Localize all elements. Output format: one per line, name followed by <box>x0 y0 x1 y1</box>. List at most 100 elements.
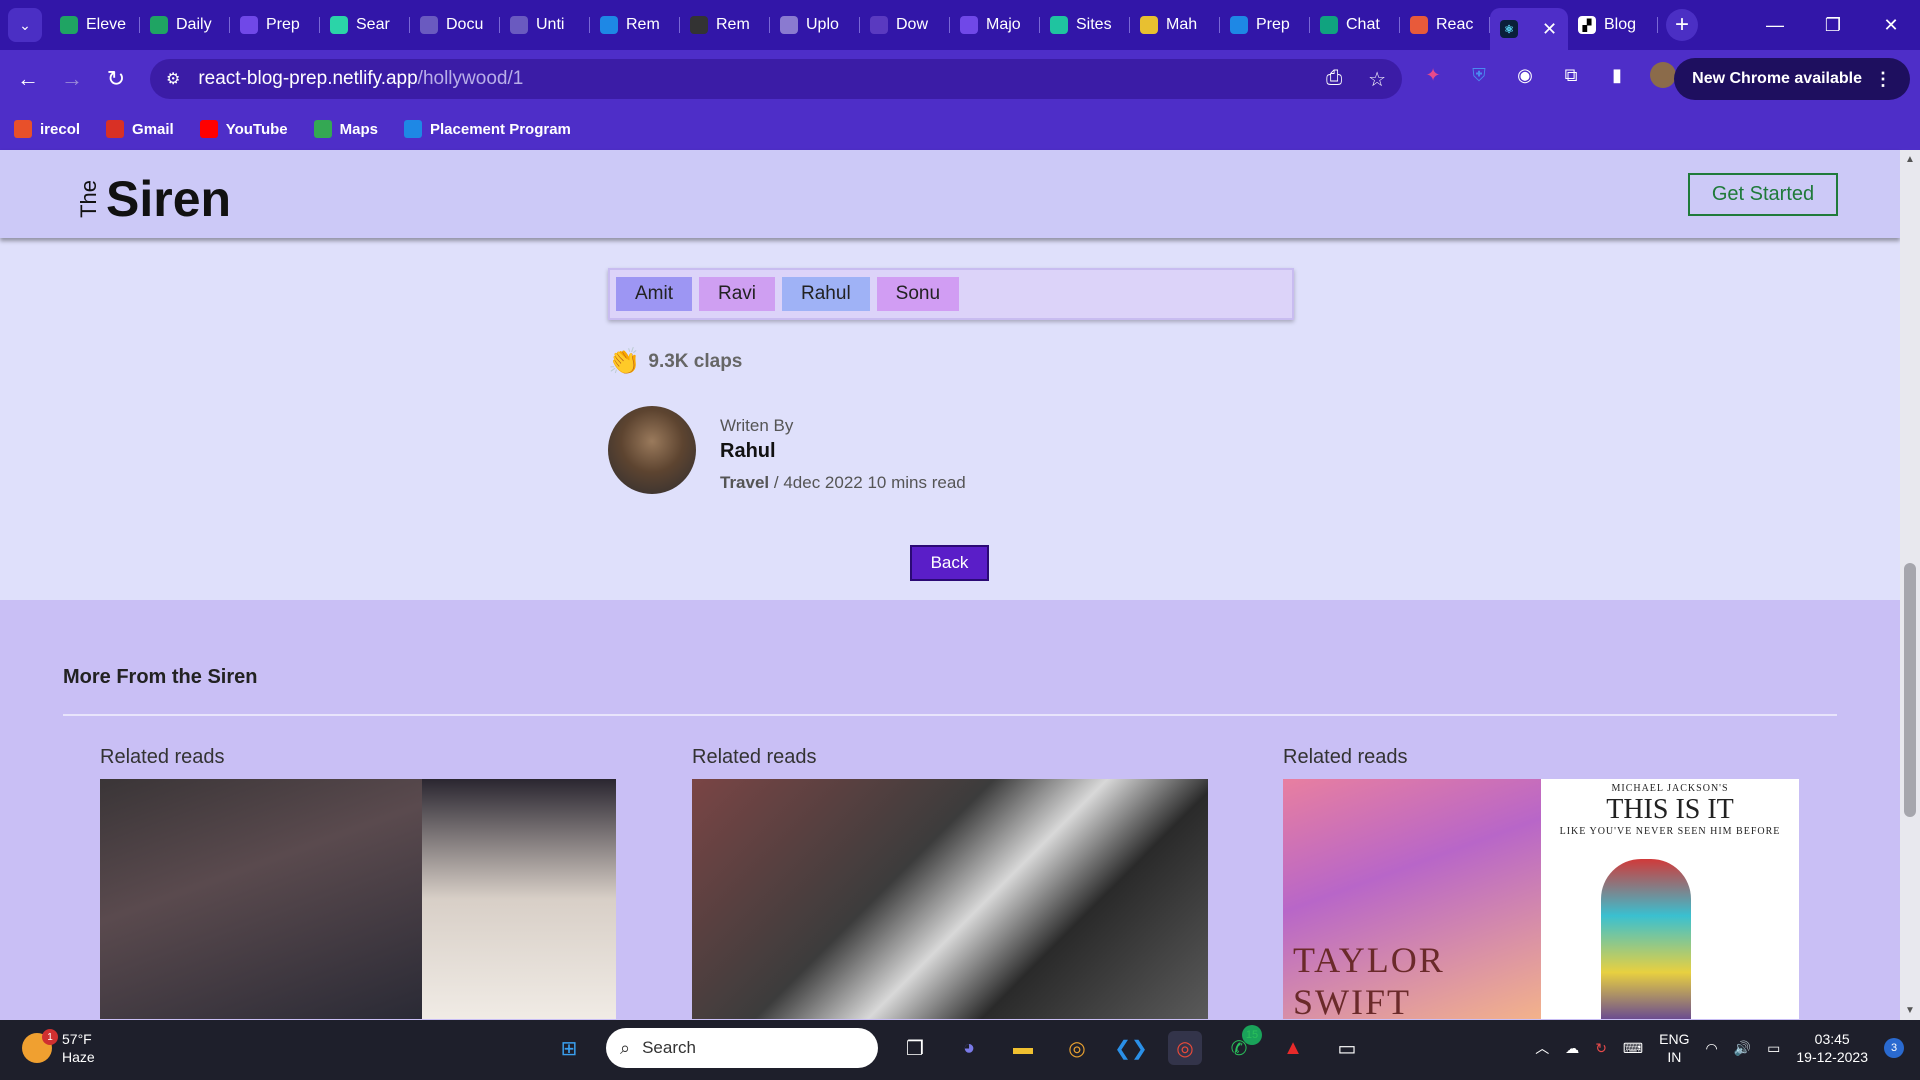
bookmark-star-icon[interactable]: ☆ <box>1368 67 1386 92</box>
browser-tab[interactable]: Rem <box>680 5 770 45</box>
pb-icon <box>1230 16 1248 34</box>
tab-label: Prep <box>1256 16 1290 33</box>
browser-tab[interactable]: Dow <box>860 5 950 45</box>
onedrive-icon[interactable]: ☁ <box>1565 1040 1579 1057</box>
side-panel-icon[interactable]: ▮ <box>1604 62 1630 88</box>
tag-chip[interactable]: Rahul <box>782 277 870 311</box>
profile-avatar[interactable] <box>1650 62 1676 88</box>
browser-tab[interactable]: Uplo <box>770 5 860 45</box>
install-app-icon[interactable]: ⎙ <box>1326 67 1342 92</box>
get-started-button[interactable]: Get Started <box>1688 173 1838 216</box>
scroll-up-icon[interactable]: ▲ <box>1905 154 1915 165</box>
close-tab-icon[interactable]: ✕ <box>1542 19 1557 40</box>
show-hidden-icon[interactable]: ︿ <box>1535 1038 1549 1058</box>
back-arrow-icon[interactable]: ← <box>6 59 50 99</box>
active-tab[interactable]: ⚛ ✕ <box>1490 8 1568 50</box>
tag-chip[interactable]: Sonu <box>876 277 960 311</box>
browser-tab[interactable]: Majo <box>950 5 1040 45</box>
site-logo[interactable]: The Siren <box>76 170 231 228</box>
related-image[interactable]: TAYLOR SWIFT MICHAEL JACKSON'S THIS IS I… <box>1283 779 1799 1019</box>
browser-tab[interactable]: ▞ Blog <box>1568 5 1658 45</box>
tab-label: Mah <box>1166 16 1198 33</box>
camera-extension-icon[interactable]: ◉ <box>1512 62 1538 88</box>
claps-counter[interactable]: 👏 9.3K claps <box>608 346 742 377</box>
page-scrollbar[interactable]: ▲ ▼ <box>1900 150 1920 1020</box>
bookmark-item[interactable]: YouTube <box>199 120 288 138</box>
bookmark-item[interactable]: Maps <box>313 120 378 138</box>
task-view-icon[interactable]: ❐ <box>898 1031 932 1065</box>
color-extension-icon[interactable]: ✦ <box>1420 62 1446 88</box>
author-name: Rahul <box>720 440 776 462</box>
browser-tab[interactable]: Docu <box>410 5 500 45</box>
browser-tab[interactable]: Rem <box>590 5 680 45</box>
sync-icon[interactable]: ↻ <box>1595 1040 1607 1057</box>
new-chrome-available-button[interactable]: New Chrome available ⋮ <box>1674 58 1910 100</box>
related-card[interactable]: Related reads <box>100 746 616 1019</box>
puzzle-extensions-icon[interactable]: ⧉ <box>1558 62 1584 88</box>
windows-start-icon[interactable]: ⊞ <box>552 1031 586 1065</box>
keyboard-icon[interactable]: ⌨ <box>1623 1040 1643 1057</box>
browser-tab[interactable]: Unti <box>500 5 590 45</box>
more-section-title: More From the Siren <box>63 666 258 688</box>
browser-tab[interactable]: Prep <box>230 5 320 45</box>
chevron-down-icon: ⌄ <box>19 16 31 33</box>
wifi-icon[interactable]: ◠ <box>1705 1040 1717 1057</box>
weather-widget[interactable]: 1 57°F Haze <box>22 1029 95 1066</box>
close-window-icon[interactable]: ✕ <box>1862 0 1920 50</box>
vscode-icon[interactable]: ❮❯ <box>1114 1031 1148 1065</box>
teams-chat-icon[interactable]: ◕ <box>952 1031 986 1065</box>
globe-icon <box>510 16 528 34</box>
related-image[interactable] <box>100 779 616 1019</box>
tab-label: Daily <box>176 16 212 33</box>
browser-tab[interactable]: Chat <box>1310 5 1400 45</box>
related-card[interactable]: Related reads TAYLOR SWIFT MICHAEL JACKS… <box>1283 746 1799 1019</box>
tab-search-button[interactable]: ⌄ <box>8 8 42 42</box>
diamond-icon <box>1050 16 1068 34</box>
clock-date: 19-12-2023 <box>1796 1049 1868 1065</box>
scroll-down-icon[interactable]: ▼ <box>1905 1005 1915 1016</box>
acrobat-icon[interactable]: ▲ <box>1276 1031 1310 1065</box>
minimize-icon[interactable]: — <box>1746 0 1804 50</box>
language-indicator[interactable]: ENG IN <box>1659 1030 1689 1066</box>
weather-temp: 57°F <box>62 1031 92 1047</box>
related-image[interactable] <box>692 779 1208 1019</box>
scrollbar-thumb[interactable] <box>1904 563 1916 817</box>
related-card[interactable]: Related reads <box>692 746 1208 1019</box>
reload-icon[interactable]: ↻ <box>94 59 138 99</box>
chrome-icon[interactable]: ◎ <box>1060 1031 1094 1065</box>
chrome-active-icon[interactable]: ◎ <box>1168 1031 1202 1065</box>
shield-extension-icon[interactable]: ⛨ <box>1466 62 1492 88</box>
volume-icon[interactable]: 🔊 <box>1734 1040 1751 1057</box>
notification-badge[interactable]: 3 <box>1884 1038 1904 1058</box>
tab-label: Eleve <box>86 16 127 33</box>
tag-chip[interactable]: Ravi <box>699 277 776 311</box>
whatsapp-icon[interactable]: ✆ 15 <box>1222 1025 1262 1065</box>
address-bar[interactable]: ⚙ react-blog-prep.netlify.app/hollywood/… <box>150 59 1402 99</box>
browser-tab[interactable]: Reac <box>1400 5 1490 45</box>
bookmark-item[interactable]: irecol <box>14 120 80 138</box>
taskbar-search[interactable]: ⌕ Search <box>606 1028 878 1068</box>
browser-tab[interactable]: Mah <box>1130 5 1220 45</box>
file-explorer-icon[interactable]: ▬ <box>1006 1031 1040 1065</box>
clock[interactable]: 03:45 19-12-2023 <box>1796 1030 1868 1066</box>
browser-tab[interactable]: Sites <box>1040 5 1130 45</box>
forward-arrow-icon[interactable]: → <box>50 59 94 99</box>
battery-icon[interactable]: ▭ <box>1767 1040 1780 1057</box>
layers-icon <box>780 16 798 34</box>
browser-tab[interactable]: Prep <box>1220 5 1310 45</box>
restore-icon[interactable]: ❐ <box>1804 0 1862 50</box>
terminal-icon[interactable]: ▭ <box>1330 1031 1364 1065</box>
clap-icon[interactable]: 👏 <box>608 346 640 377</box>
system-tray: ︿ ☁ ↻ ⌨ ENG IN ◠ 🔊 ▭ 03:45 19-12-2023 3 <box>1535 1030 1904 1066</box>
browser-tab[interactable]: Daily <box>140 5 230 45</box>
tag-chip[interactable]: Amit <box>616 277 692 311</box>
bookmark-item[interactable]: Gmail <box>106 120 174 138</box>
site-info-icon[interactable]: ⚙ <box>166 69 180 89</box>
browser-tab[interactable]: Eleve <box>50 5 140 45</box>
bookmark-item[interactable]: Placement Program <box>404 120 571 138</box>
back-button[interactable]: Back <box>910 545 989 581</box>
tab-label: Rem <box>716 16 750 33</box>
browser-tab[interactable]: Sear <box>320 5 410 45</box>
related-reads-label: Related reads <box>100 746 225 768</box>
new-tab-button[interactable]: + <box>1666 9 1698 41</box>
